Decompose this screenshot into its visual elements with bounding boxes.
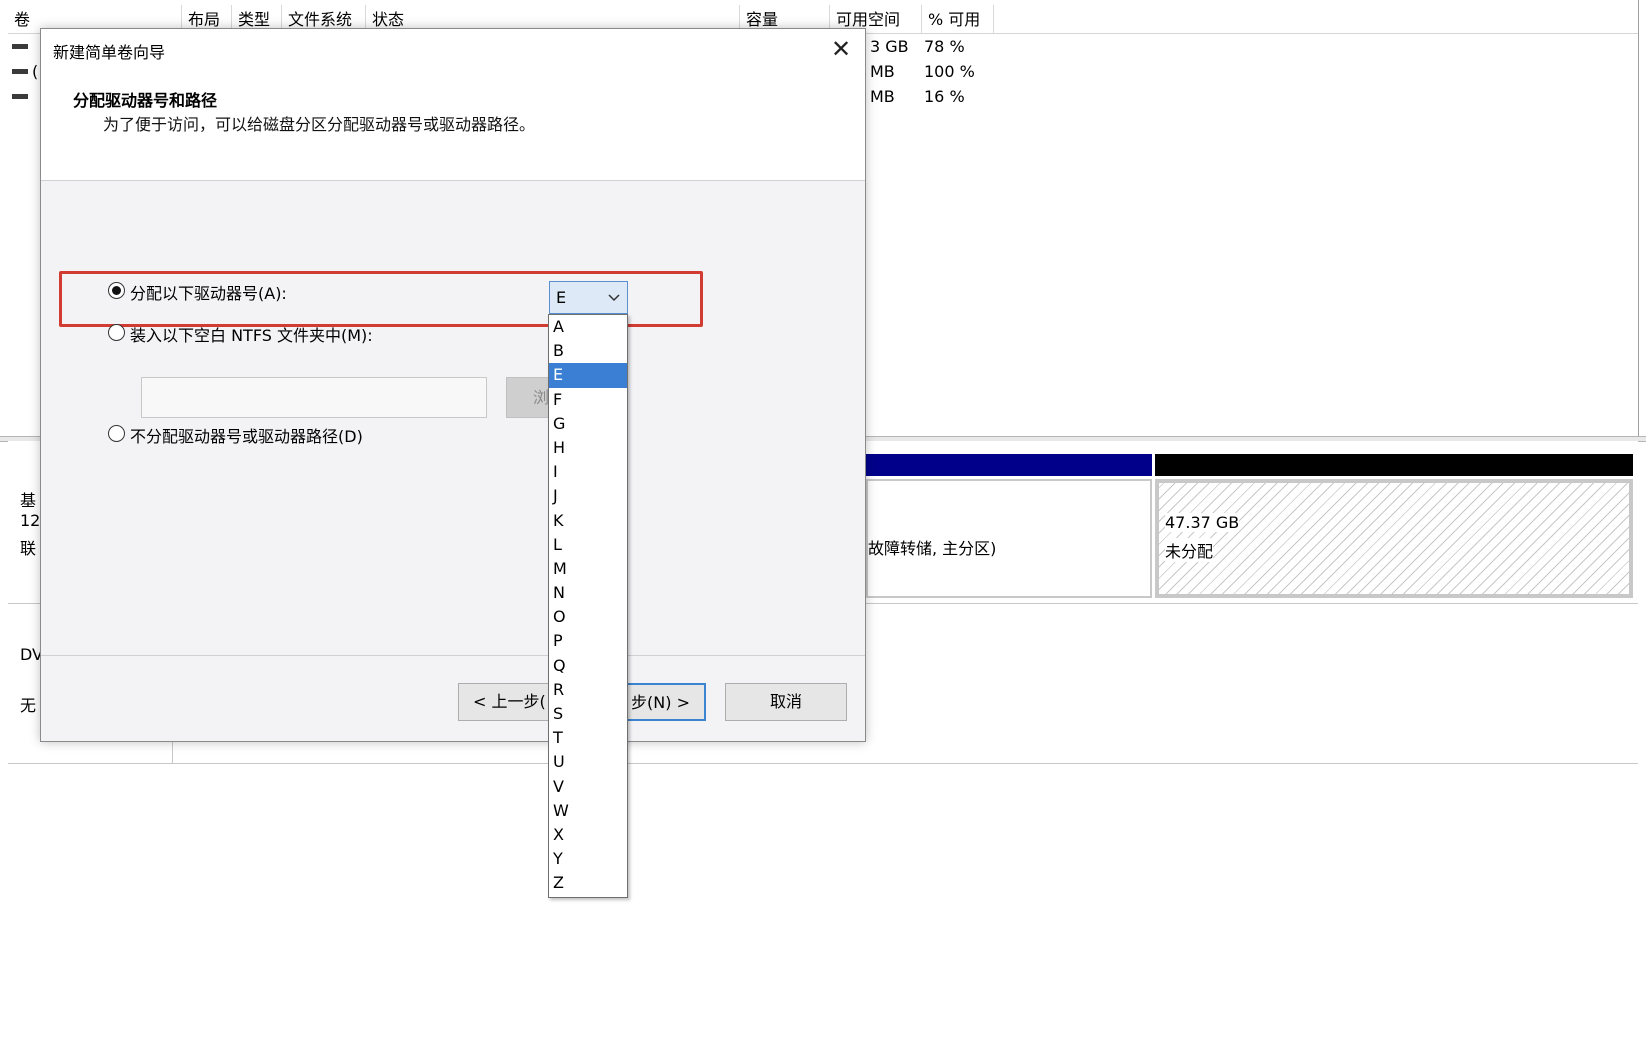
dropdown-option-f[interactable]: F xyxy=(549,388,627,412)
percent-free-cell: 78 % xyxy=(924,37,965,56)
unallocated-size-text: 47.37 GB xyxy=(1165,513,1240,532)
cdrom-row-border xyxy=(8,763,1638,764)
dropdown-option-q[interactable]: Q xyxy=(549,654,627,678)
volume-name-cell: ( xyxy=(32,62,39,81)
option-no-drive-letter-label[interactable]: 不分配驱动器号或驱动器路径(D) xyxy=(130,423,363,447)
ntfs-folder-path-input[interactable] xyxy=(141,377,487,418)
partition-status-text: 故障转储, 主分区) xyxy=(868,535,997,559)
dropdown-option-t[interactable]: T xyxy=(549,726,627,750)
disk0-status: 联 xyxy=(20,539,37,558)
wizard-footer-divider xyxy=(41,655,865,656)
dropdown-option-g[interactable]: G xyxy=(549,412,627,436)
free-space-cell: 3 GB xyxy=(870,37,909,56)
page-heading: 分配驱动器号和路径 xyxy=(73,91,218,110)
dropdown-option-h[interactable]: H xyxy=(549,436,627,460)
free-space-cell: MB xyxy=(870,62,895,81)
dropdown-option-x[interactable]: X xyxy=(549,823,627,847)
dropdown-option-v[interactable]: V xyxy=(549,775,627,799)
volume-icon xyxy=(12,94,28,99)
cdrom-status: 无 xyxy=(20,696,37,715)
dropdown-option-p[interactable]: P xyxy=(549,629,627,653)
dropdown-option-k[interactable]: K xyxy=(549,509,627,533)
free-space-cell: MB xyxy=(870,87,895,106)
percent-free-cell: 16 % xyxy=(924,87,965,106)
page-description: 为了便于访问，可以给磁盘分区分配驱动器号或驱动器路径。 xyxy=(103,115,536,134)
unallocated-label-text: 未分配 xyxy=(1165,538,1214,562)
drive-letter-dropdown-list[interactable]: ABEFGHIJKLMNOPQRSTUVWXYZ xyxy=(548,314,628,898)
column-header-percent-free[interactable]: % 可用 xyxy=(922,5,994,33)
drive-letter-combobox[interactable]: E xyxy=(549,281,628,314)
dropdown-option-y[interactable]: Y xyxy=(549,847,627,871)
dropdown-option-o[interactable]: O xyxy=(549,605,627,629)
chevron-down-icon xyxy=(608,294,620,302)
percent-free-cell: 100 % xyxy=(924,62,975,81)
disk0-size: 12 xyxy=(20,511,41,530)
cdrom-label-border xyxy=(172,740,173,764)
dropdown-option-n[interactable]: N xyxy=(549,581,627,605)
dropdown-option-m[interactable]: M xyxy=(549,557,627,581)
new-simple-volume-wizard-dialog: 新建简单卷向导 ✕ 分配驱动器号和路径 为了便于访问，可以给磁盘分区分配驱动器号… xyxy=(40,28,866,742)
dropdown-option-u[interactable]: U xyxy=(549,750,627,774)
cancel-button[interactable]: 取消 xyxy=(725,683,847,721)
dropdown-option-e[interactable]: E xyxy=(549,363,627,388)
dropdown-option-s[interactable]: S xyxy=(549,702,627,726)
drive-letter-selected-value: E xyxy=(556,288,567,307)
primary-partition-block[interactable]: 故障转储, 主分区) xyxy=(866,479,1152,598)
volume-icon xyxy=(12,44,28,49)
dropdown-option-l[interactable]: L xyxy=(549,533,627,557)
disk0-name: 基 xyxy=(20,491,37,510)
dropdown-option-a[interactable]: A xyxy=(549,315,627,339)
option-mount-ntfs-folder-label[interactable]: 装入以下空白 NTFS 文件夹中(M): xyxy=(130,322,373,346)
dropdown-option-w[interactable]: W xyxy=(549,799,627,823)
dropdown-option-r[interactable]: R xyxy=(549,678,627,702)
volume-icon xyxy=(12,69,28,74)
dialog-title: 新建简单卷向导 xyxy=(53,43,166,62)
unallocated-block[interactable]: 47.37 GB 未分配 xyxy=(1155,479,1633,598)
close-icon[interactable]: ✕ xyxy=(827,35,855,63)
dropdown-option-z[interactable]: Z xyxy=(549,871,627,895)
primary-partition-bar xyxy=(866,454,1152,476)
option-assign-drive-letter-label[interactable]: 分配以下驱动器号(A): xyxy=(130,280,287,304)
dropdown-option-b[interactable]: B xyxy=(549,339,627,363)
unallocated-bar xyxy=(1155,454,1633,476)
dropdown-option-i[interactable]: I xyxy=(549,460,627,484)
dropdown-option-j[interactable]: J xyxy=(549,484,627,508)
radio-assign-drive-letter[interactable] xyxy=(108,282,125,299)
wizard-header: 新建简单卷向导 ✕ 分配驱动器号和路径 为了便于访问，可以给磁盘分区分配驱动器号… xyxy=(41,29,865,181)
radio-mount-ntfs-folder[interactable] xyxy=(108,324,125,341)
radio-no-drive-letter[interactable] xyxy=(108,425,125,442)
